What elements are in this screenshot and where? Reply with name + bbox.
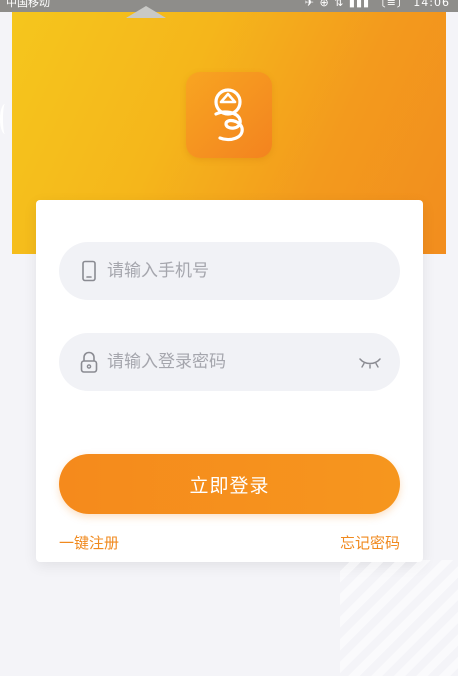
password-field[interactable] (59, 333, 400, 391)
status-bar: 中国移动 ✈ ⊕ ⇅ ▮▮▮ 〔≡〕 14:06 (0, 0, 458, 12)
login-button[interactable]: 立即登录 (59, 454, 400, 514)
status-icons: ✈ ⊕ ⇅ ▮▮▮ 〔≡〕 14:06 (304, 0, 450, 9)
carrier-name: 中国移动 (6, 0, 50, 9)
pull-indicator (126, 6, 166, 18)
watermark-overlay (340, 560, 458, 676)
edge-indicator (0, 104, 10, 134)
forgot-password-link[interactable]: 忘记密码 (340, 532, 400, 553)
lock-icon (80, 351, 98, 373)
app-logo (186, 72, 272, 158)
phone-field[interactable] (59, 242, 400, 300)
rain-drop-coin-logo-icon (214, 88, 244, 142)
eye-closed-icon[interactable] (358, 355, 382, 369)
register-link[interactable]: 一键注册 (59, 532, 119, 553)
login-card: 立即登录 一键注册 忘记密码 (36, 200, 423, 562)
phone-icon (82, 260, 96, 282)
phone-input[interactable] (107, 242, 347, 300)
password-input[interactable] (107, 333, 347, 391)
